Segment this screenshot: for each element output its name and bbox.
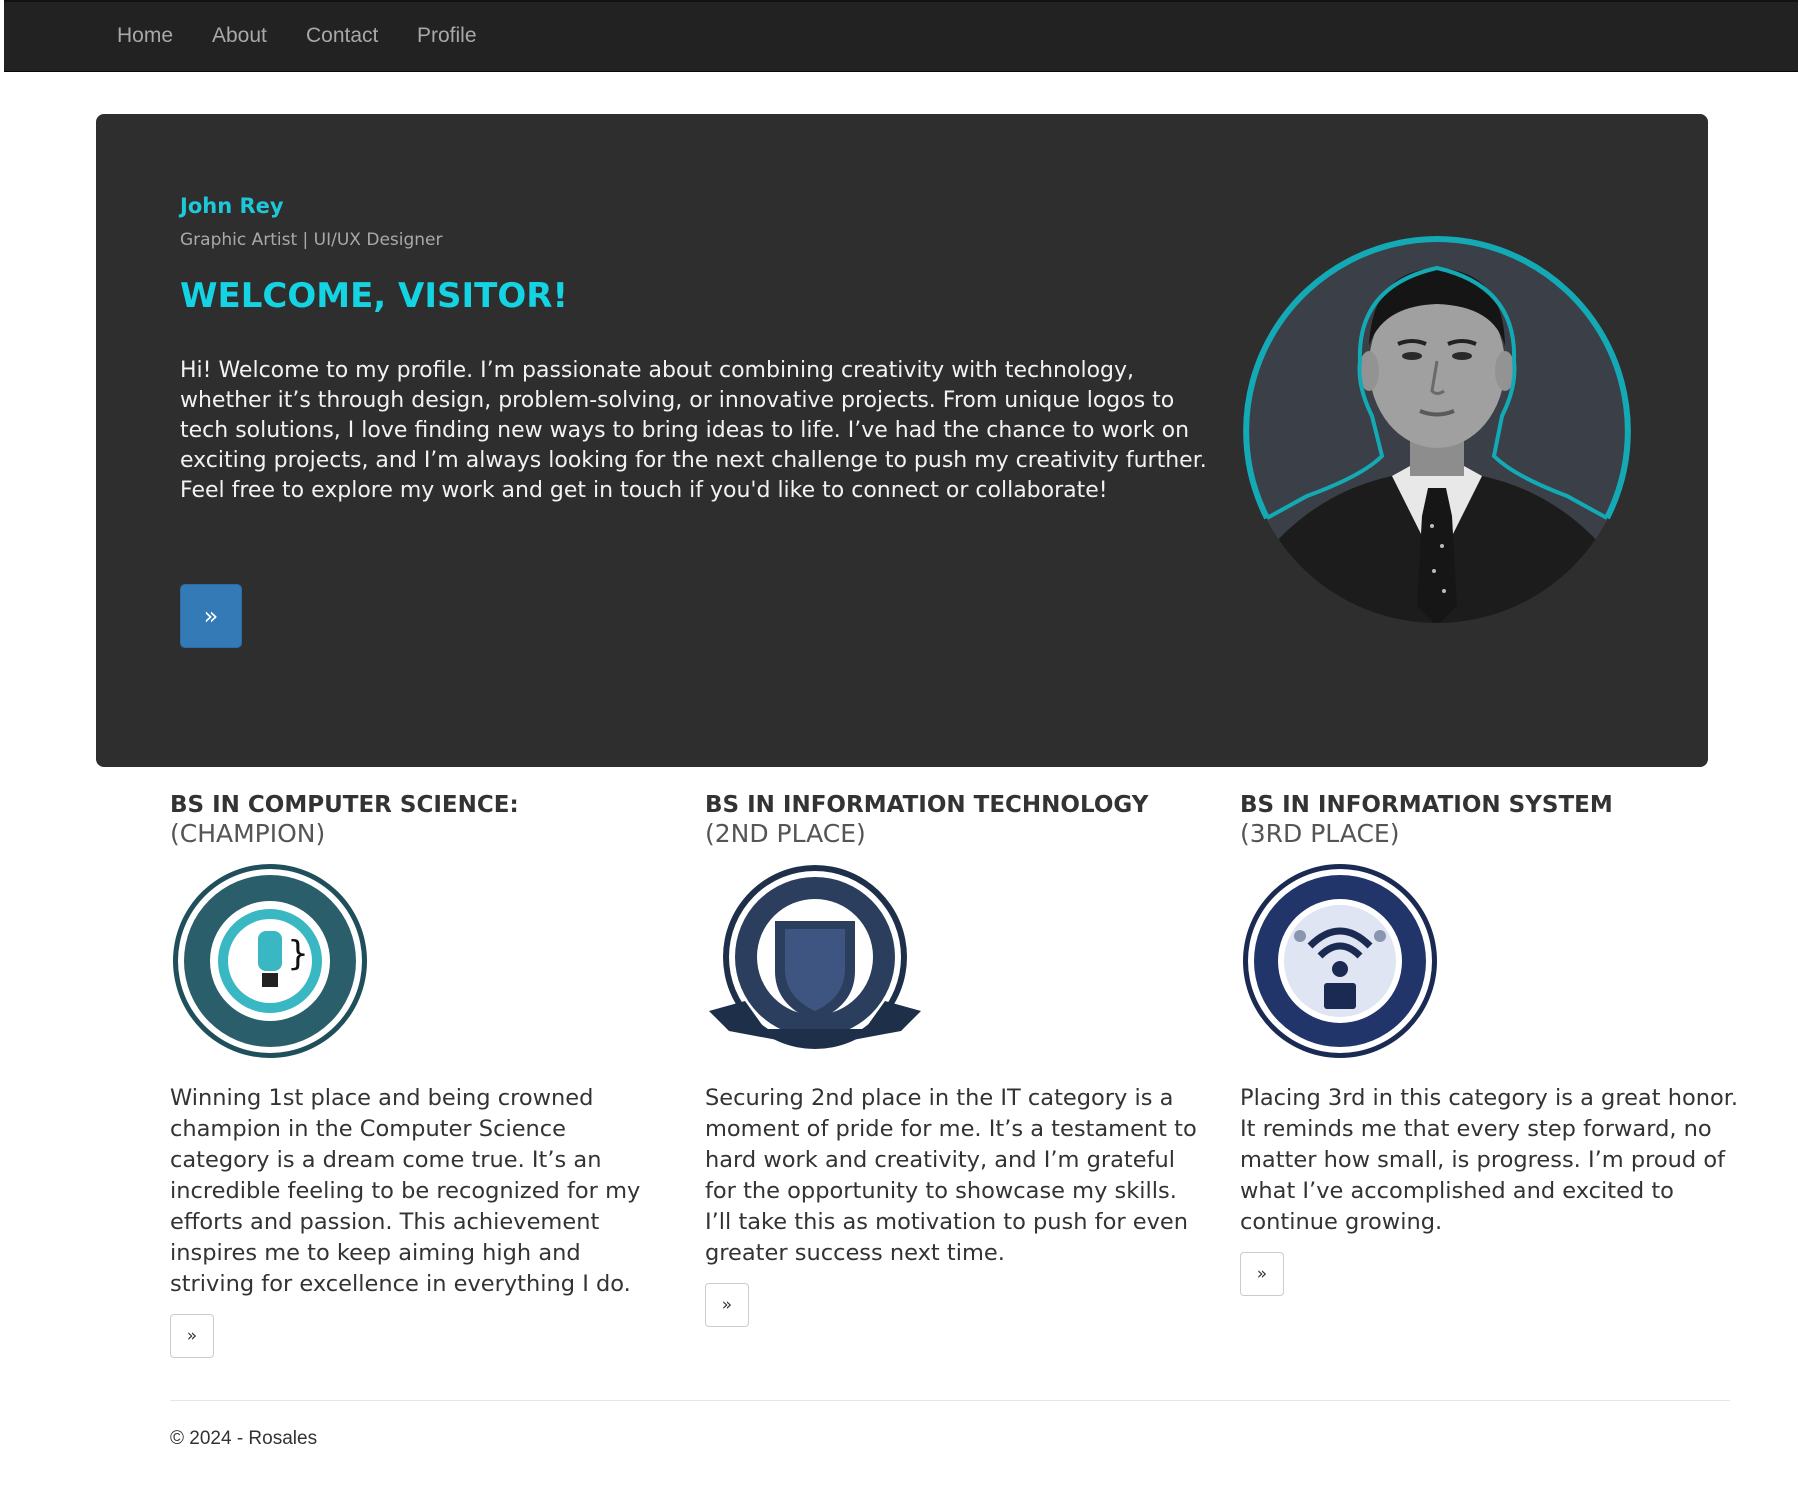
achievement-description: Winning 1st place and being crowned cham…	[170, 1085, 641, 1297]
achievement-place: (3RD PLACE)	[1240, 819, 1400, 848]
profile-photo	[1243, 235, 1631, 623]
nav-contact-link[interactable]: Contact	[306, 24, 378, 48]
nav-profile-link[interactable]: Profile	[417, 24, 477, 48]
it-badge-logo	[709, 865, 921, 1049]
it-more-button[interactable]: »	[705, 1283, 749, 1327]
is-badge-logo	[1243, 864, 1437, 1058]
achievement-place: (CHAMPION)	[170, 819, 326, 848]
nav-home-link[interactable]: Home	[117, 24, 173, 48]
hero-role: Graphic Artist | UI/UX Designer	[180, 230, 443, 250]
cs-more-button[interactable]: »	[170, 1314, 214, 1358]
cs-badge-logo: { }	[173, 864, 367, 1058]
nav-about-link[interactable]: About	[212, 24, 267, 48]
achievement-description: Securing 2nd place in the IT category is…	[705, 1085, 1197, 1266]
achievement-it: BS IN INFORMATION TECHNOLOGY (2ND PLACE)…	[705, 792, 1205, 1327]
svg-text:}: }	[288, 934, 308, 974]
achievement-title: BS IN COMPUTER SCIENCE:	[170, 792, 519, 818]
hero-more-button[interactable]: »	[180, 584, 242, 648]
footer-divider	[170, 1400, 1730, 1401]
achievement-cs: BS IN COMPUTER SCIENCE: (CHAMPION) { } W…	[170, 792, 670, 1358]
hero-description: Hi! Welcome to my profile. I’m passionat…	[180, 358, 1207, 503]
hero-title: WELCOME, VISITOR!	[180, 276, 568, 316]
top-navbar: Home About Contact Profile	[4, 0, 1798, 72]
achievement-title: BS IN INFORMATION SYSTEM	[1240, 792, 1613, 818]
achievement-description: Placing 3rd in this category is a great …	[1240, 1085, 1739, 1235]
hero-jumbotron: John Rey Graphic Artist | UI/UX Designer…	[96, 114, 1708, 767]
achievement-place: (2ND PLACE)	[705, 819, 866, 848]
footer-copyright: © 2024 - Rosales	[170, 1428, 318, 1449]
achievement-title: BS IN INFORMATION TECHNOLOGY	[705, 792, 1149, 818]
hero-name: John Rey	[180, 194, 284, 218]
is-more-button[interactable]: »	[1240, 1252, 1284, 1296]
achievement-is: BS IN INFORMATION SYSTEM (3RD PLACE) Pla…	[1240, 792, 1740, 1296]
